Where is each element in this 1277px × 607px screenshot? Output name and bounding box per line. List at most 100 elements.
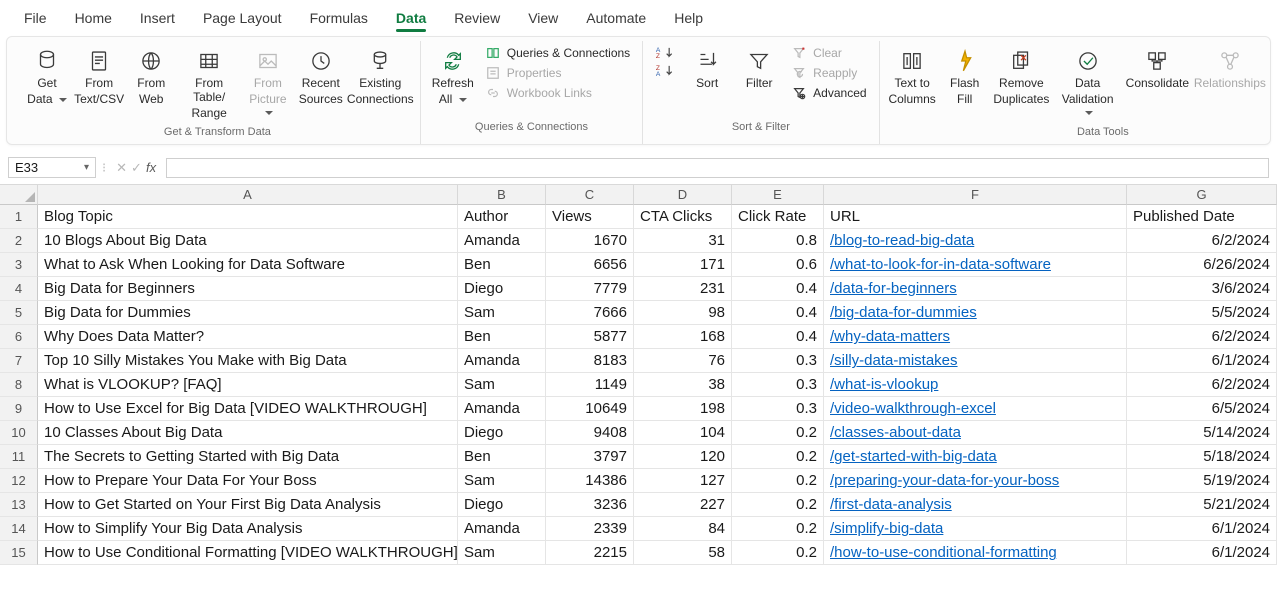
cell[interactable]: Why Does Data Matter? (38, 325, 458, 349)
sort-az-button[interactable]: AZ (655, 45, 675, 59)
cell[interactable]: Amanda (458, 349, 546, 373)
cell[interactable]: 10 Classes About Big Data (38, 421, 458, 445)
row-header-14[interactable]: 14 (0, 517, 38, 541)
existing-conn-button[interactable]: ExistingConnections (347, 45, 414, 109)
cell[interactable]: 227 (634, 493, 732, 517)
cell[interactable]: 0.2 (732, 541, 824, 565)
row-header-7[interactable]: 7 (0, 349, 38, 373)
col-header-F[interactable]: F (824, 185, 1127, 205)
cell[interactable]: 0.3 (732, 397, 824, 421)
tab-page-layout[interactable]: Page Layout (189, 6, 296, 34)
cell[interactable]: 7666 (546, 301, 634, 325)
cell[interactable]: 3236 (546, 493, 634, 517)
cell[interactable]: 10 Blogs About Big Data (38, 229, 458, 253)
cell[interactable]: What to Ask When Looking for Data Softwa… (38, 253, 458, 277)
cell[interactable]: 0.2 (732, 517, 824, 541)
cell[interactable]: 5/14/2024 (1127, 421, 1277, 445)
cell[interactable]: 5/5/2024 (1127, 301, 1277, 325)
cell[interactable]: Ben (458, 325, 546, 349)
url-link[interactable]: /big-data-for-dummies (830, 304, 977, 321)
row-header-4[interactable]: 4 (0, 277, 38, 301)
cell[interactable]: Diego (458, 493, 546, 517)
cell[interactable]: /classes-about-data (824, 421, 1127, 445)
col-header-B[interactable]: B (458, 185, 546, 205)
cell[interactable]: /preparing-your-data-for-your-boss (824, 469, 1127, 493)
col-header-A[interactable]: A (38, 185, 458, 205)
cell[interactable]: Sam (458, 373, 546, 397)
select-all-corner[interactable] (0, 185, 38, 205)
url-link[interactable]: /data-for-beginners (830, 280, 957, 297)
cell[interactable]: 6/5/2024 (1127, 397, 1277, 421)
url-link[interactable]: /video-walkthrough-excel (830, 400, 996, 417)
cell[interactable]: 0.2 (732, 469, 824, 493)
cell[interactable]: 6/2/2024 (1127, 325, 1277, 349)
cell[interactable]: How to Get Started on Your First Big Dat… (38, 493, 458, 517)
cell[interactable]: /get-started-with-big-data (824, 445, 1127, 469)
cell[interactable]: 58 (634, 541, 732, 565)
row-header-3[interactable]: 3 (0, 253, 38, 277)
url-link[interactable]: /blog-to-read-big-data (830, 232, 974, 249)
cell[interactable]: 6/1/2024 (1127, 517, 1277, 541)
cell[interactable]: Amanda (458, 397, 546, 421)
row-header-10[interactable]: 10 (0, 421, 38, 445)
from-table-button[interactable]: From Table/Range (177, 45, 241, 122)
cell[interactable]: 127 (634, 469, 732, 493)
cell[interactable]: 2339 (546, 517, 634, 541)
from-web-button[interactable]: FromWeb (125, 45, 177, 109)
cell[interactable]: 5/21/2024 (1127, 493, 1277, 517)
cell[interactable]: 0.2 (732, 493, 824, 517)
cell[interactable]: How to Simplify Your Big Data Analysis (38, 517, 458, 541)
url-link[interactable]: /preparing-your-data-for-your-boss (830, 472, 1059, 489)
cell[interactable]: 0.8 (732, 229, 824, 253)
url-link[interactable]: /how-to-use-conditional-formatting (830, 544, 1057, 561)
cell[interactable]: Top 10 Silly Mistakes You Make with Big … (38, 349, 458, 373)
cell[interactable]: 9408 (546, 421, 634, 445)
tab-help[interactable]: Help (660, 6, 717, 34)
name-box[interactable]: E33 ▾ (8, 157, 96, 178)
manage-data-button[interactable]: MDat (1268, 45, 1277, 109)
cell[interactable]: Views (546, 205, 634, 229)
cell[interactable]: How to Prepare Your Data For Your Boss (38, 469, 458, 493)
cell[interactable]: 1149 (546, 373, 634, 397)
tab-data[interactable]: Data (382, 6, 440, 34)
tab-formulas[interactable]: Formulas (296, 6, 382, 34)
cell[interactable]: Ben (458, 253, 546, 277)
cell[interactable]: Ben (458, 445, 546, 469)
tab-file[interactable]: File (10, 6, 61, 34)
url-link[interactable]: /why-data-matters (830, 328, 950, 345)
cell[interactable]: Blog Topic (38, 205, 458, 229)
cell[interactable]: Published Date (1127, 205, 1277, 229)
formula-input[interactable] (166, 158, 1269, 178)
col-header-D[interactable]: D (634, 185, 732, 205)
cell[interactable]: 6/26/2024 (1127, 253, 1277, 277)
cell[interactable]: How to Use Conditional Formatting [VIDEO… (38, 541, 458, 565)
cell[interactable]: 31 (634, 229, 732, 253)
cell[interactable]: /video-walkthrough-excel (824, 397, 1127, 421)
consolidate-button[interactable]: Consolidate (1123, 45, 1191, 95)
cell[interactable]: Amanda (458, 229, 546, 253)
url-link[interactable]: /classes-about-data (830, 424, 961, 441)
sort-za-button[interactable]: ZA (655, 63, 675, 77)
row-header-8[interactable]: 8 (0, 373, 38, 397)
cell[interactable]: 10649 (546, 397, 634, 421)
url-link[interactable]: /get-started-with-big-data (830, 448, 997, 465)
cell[interactable]: Diego (458, 277, 546, 301)
cell[interactable]: 5877 (546, 325, 634, 349)
url-link[interactable]: /first-data-analysis (830, 496, 952, 513)
cell[interactable]: The Secrets to Getting Started with Big … (38, 445, 458, 469)
cell[interactable]: 84 (634, 517, 732, 541)
cell[interactable]: /what-to-look-for-in-data-software (824, 253, 1127, 277)
tab-home[interactable]: Home (61, 6, 126, 34)
cell[interactable]: 198 (634, 397, 732, 421)
cell[interactable]: 6656 (546, 253, 634, 277)
row-header-1[interactable]: 1 (0, 205, 38, 229)
cell[interactable]: 3797 (546, 445, 634, 469)
url-link[interactable]: /what-is-vlookup (830, 376, 938, 393)
cell[interactable]: 1670 (546, 229, 634, 253)
cell[interactable]: 14386 (546, 469, 634, 493)
sort-button[interactable]: Sort (681, 45, 733, 95)
cell[interactable]: 0.4 (732, 277, 824, 301)
cell[interactable]: 231 (634, 277, 732, 301)
url-link[interactable]: /what-to-look-for-in-data-software (830, 256, 1051, 273)
cell[interactable]: 5/18/2024 (1127, 445, 1277, 469)
